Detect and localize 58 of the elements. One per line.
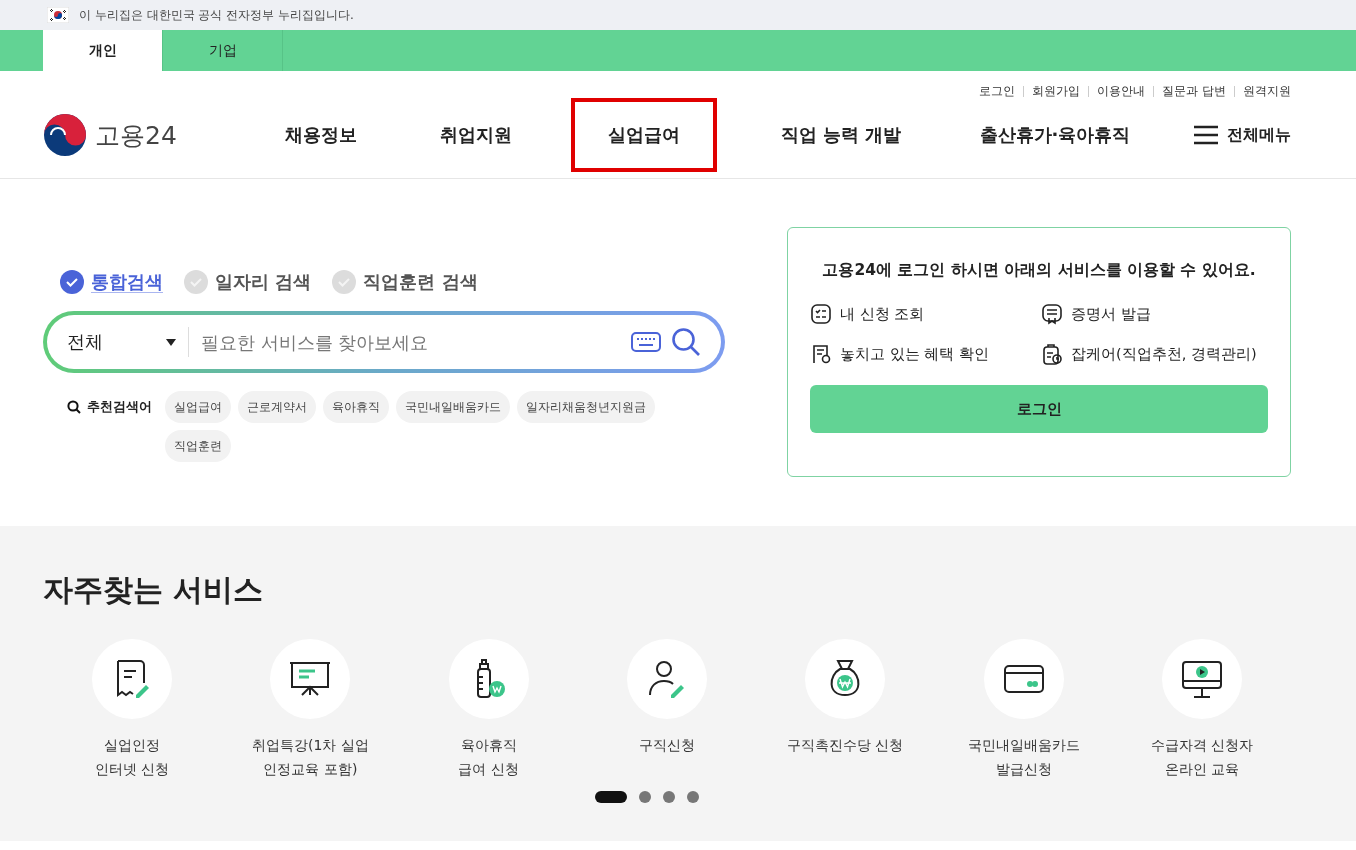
search-icon[interactable] — [671, 327, 701, 357]
service-benefit-text: 내 신청 조회 — [840, 304, 925, 324]
service-link[interactable]: 구직신청 — [577, 639, 757, 781]
keyword-chip[interactable]: 국민내일배움카드 — [396, 391, 510, 423]
utility-link[interactable]: 회원가입 — [1032, 82, 1081, 100]
carousel-page-dot[interactable] — [639, 791, 651, 803]
nav-menu-item[interactable]: 취업지원 — [391, 98, 561, 172]
service-benefit-text: 놓치고 있는 혜택 확인 — [840, 344, 989, 364]
carousel-page-dot[interactable] — [687, 791, 699, 803]
utility-link[interactable]: 이용안내 — [1097, 82, 1146, 100]
keyword-chip[interactable]: 일자리채움청년지원금 — [517, 391, 655, 423]
search-type-tab[interactable]: 일자리 검색 — [183, 269, 312, 295]
utility-link[interactable]: 로그인 — [979, 82, 1016, 100]
utility-link[interactable]: 원격지원 — [1243, 82, 1291, 100]
caret-icon — [166, 338, 176, 346]
service-link[interactable]: 육아휴직 급여 신청 — [399, 639, 578, 781]
login-prompt: 고용24에 로그인 하시면 아래의 서비스를 이용할 수 있어요. — [821, 260, 1257, 281]
service-link[interactable]: 실업인정 인터넷 신청 — [43, 639, 222, 781]
search-icon — [67, 400, 81, 414]
search-field[interactable]: 전체 필요한 서비스를 찾아보세요 — [43, 311, 725, 373]
logo-text[interactable]: 고용24 — [95, 118, 177, 152]
check-circle-icon — [331, 269, 358, 295]
certificate-icon — [1041, 303, 1063, 325]
gov-banner-text: 이 누리집은 대한민국 공식 전자정부 누리집입니다. — [79, 6, 354, 24]
service-benefit-text: 증명서 발급 — [1071, 304, 1151, 324]
search-type-tab[interactable]: 통합검색 — [59, 269, 163, 295]
service-link[interactable]: 구직촉진수당 신청 — [756, 639, 935, 781]
checklist-icon — [810, 303, 832, 325]
document-person-icon — [810, 343, 832, 365]
keyword-chip[interactable]: 육아휴직 — [323, 391, 389, 423]
clipboard-clock-icon — [1041, 343, 1063, 365]
menu-icon — [1193, 125, 1219, 145]
keyword-chip[interactable]: 직업훈련 — [165, 430, 231, 462]
logo-emblem-icon — [43, 113, 87, 157]
keyboard-icon[interactable] — [631, 332, 661, 352]
recommended-label: 추천검색어 — [87, 398, 152, 416]
audience-tab[interactable]: 개인 — [43, 30, 163, 71]
search-type-tab[interactable]: 직업훈련 검색 — [331, 269, 478, 295]
audience-tab[interactable]: 기업 — [163, 30, 283, 71]
nav-menu-item[interactable]: 출산휴가·육아휴직 — [955, 98, 1155, 172]
service-link[interactable]: 국민내일배움카드 발급신청 — [934, 639, 1113, 781]
flag-icon — [47, 7, 69, 23]
keyword-chip[interactable]: 실업급여 — [165, 391, 231, 423]
login-button[interactable]: 로그인 — [810, 385, 1268, 433]
nav-menu-item[interactable]: 채용정보 — [251, 98, 391, 172]
nav-menu-item[interactable]: 직업 능력 개발 — [737, 98, 945, 172]
check-circle-icon — [59, 269, 85, 295]
nav-menu-item[interactable]: 실업급여 — [571, 98, 717, 172]
section-title: 자주찾는 서비스 — [43, 571, 265, 609]
service-benefit-text: 잡케어(직업추천, 경력관리) — [1071, 344, 1257, 364]
category-dropdown[interactable]: 전체 — [67, 327, 189, 357]
all-menu-button[interactable]: 전체메뉴 — [1193, 124, 1291, 146]
check-circle-icon — [183, 269, 209, 295]
service-link[interactable]: 취업특강(1차 실업 인정교육 포함) — [221, 639, 400, 781]
keyword-chip[interactable]: 근로계약서 — [238, 391, 316, 423]
service-link[interactable]: 수급자격 신청자 온라인 교육 — [1112, 639, 1291, 781]
carousel-page-dot[interactable] — [663, 791, 675, 803]
utility-link[interactable]: 질문과 답변 — [1162, 82, 1226, 100]
